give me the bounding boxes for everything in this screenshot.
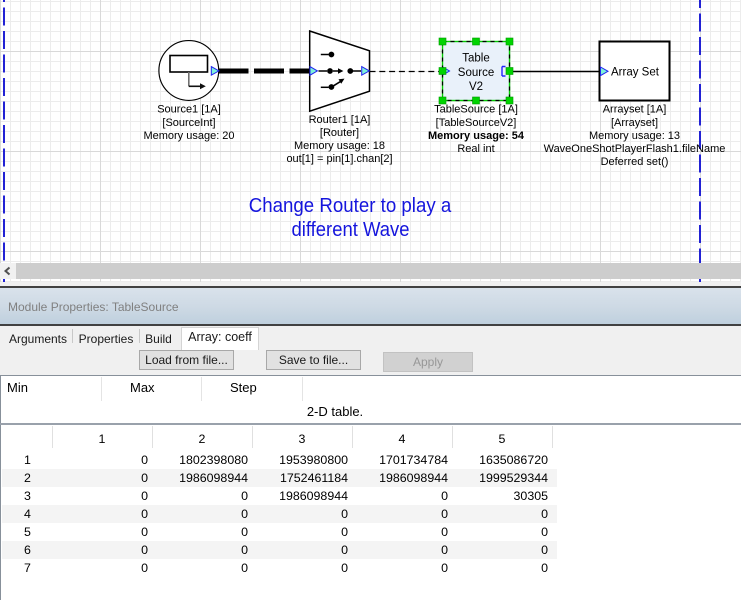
svg-text:[SourceInt]: [SourceInt] [162, 117, 215, 129]
svg-text:Memory usage: 54: Memory usage: 54 [428, 130, 525, 142]
svg-text:different Wave: different Wave [292, 219, 410, 241]
svg-text:Change Router to play a: Change Router to play a [249, 195, 452, 217]
svg-text:[Router]: [Router] [320, 127, 359, 139]
svg-text:out[1] = pin[1].chan[2]: out[1] = pin[1].chan[2] [286, 153, 392, 165]
svg-text:V2: V2 [469, 81, 483, 93]
svg-text:TableSource [1A]: TableSource [1A] [434, 104, 518, 116]
svg-text:Memory usage: 20: Memory usage: 20 [143, 130, 234, 142]
svg-text:Router1 [1A]: Router1 [1A] [309, 114, 371, 126]
svg-text:Source1 [1A]: Source1 [1A] [157, 104, 221, 116]
svg-text:Real int: Real int [457, 143, 494, 155]
svg-text:Table: Table [462, 53, 490, 65]
svg-text:Deferred set(): Deferred set() [601, 156, 669, 168]
svg-text:Arrayset [1A]: Arrayset [1A] [603, 104, 667, 116]
svg-text:Memory usage: 13: Memory usage: 13 [589, 130, 680, 142]
svg-text:[TableSourceV2]: [TableSourceV2] [436, 117, 517, 129]
svg-text:Source: Source [458, 67, 494, 79]
svg-text:Array Set: Array Set [611, 67, 660, 79]
svg-text:WaveOneShotPlayerFlash1.fileNa: WaveOneShotPlayerFlash1.fileName [544, 143, 726, 155]
svg-text:Memory usage: 18: Memory usage: 18 [294, 140, 385, 152]
svg-text:[Arrayset]: [Arrayset] [611, 117, 658, 129]
